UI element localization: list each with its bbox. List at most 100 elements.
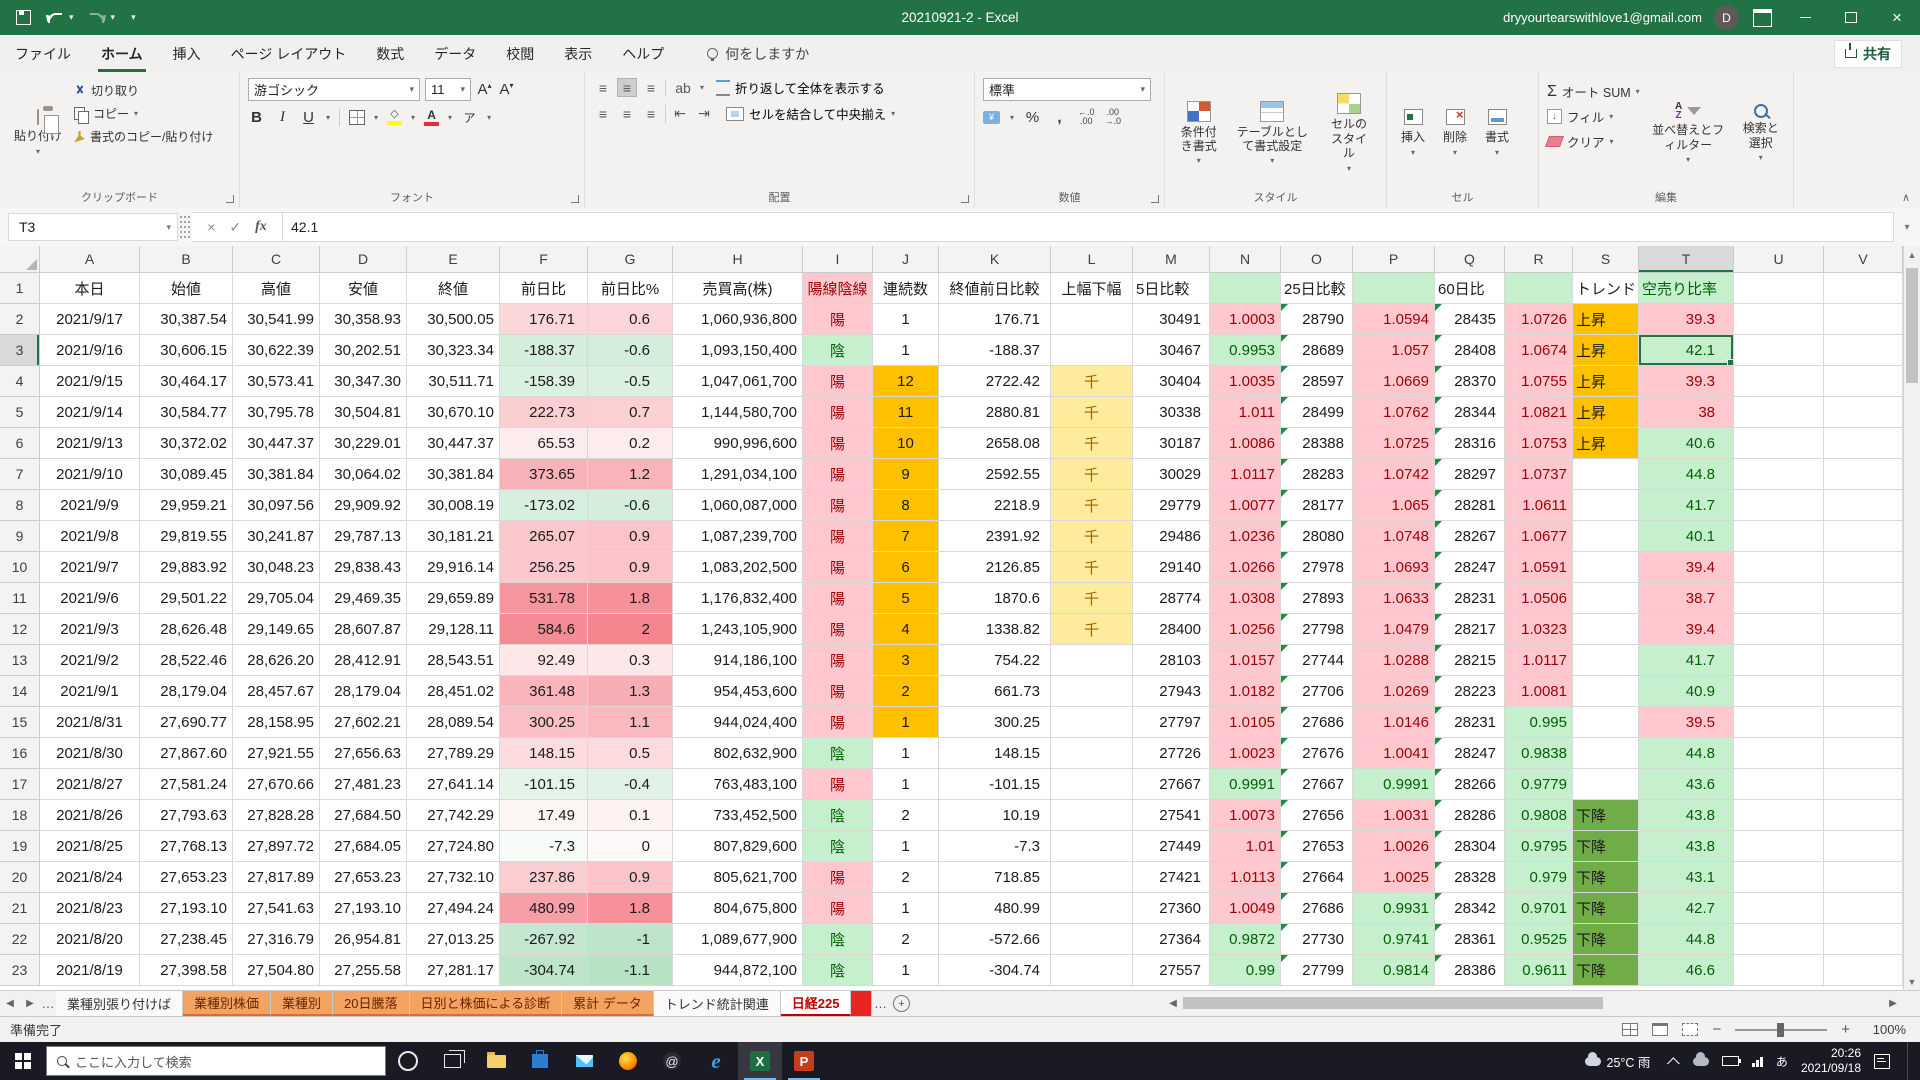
- cell-N20[interactable]: 1.0113: [1210, 862, 1281, 893]
- paste-button[interactable]: 貼り付け ▾: [8, 78, 68, 188]
- vertical-scrollbar-thumb[interactable]: [1906, 268, 1918, 383]
- row-header-22[interactable]: 22: [0, 924, 40, 955]
- cell-B4[interactable]: 30,464.17: [140, 366, 233, 397]
- cell-F10[interactable]: 256.25: [500, 552, 588, 583]
- row-header-1[interactable]: 1: [0, 273, 40, 304]
- cell-Q10[interactable]: 28247: [1435, 552, 1505, 583]
- cell-U2[interactable]: [1734, 304, 1824, 335]
- cell-V18[interactable]: [1824, 800, 1903, 831]
- onedrive-cloud-icon[interactable]: [1693, 1057, 1709, 1066]
- account-email[interactable]: dryyourtearswithlove1@gmail.com: [1503, 10, 1702, 25]
- cell-U13[interactable]: [1734, 645, 1824, 676]
- page-break-view-icon[interactable]: [1682, 1023, 1698, 1036]
- cell-H8[interactable]: 1,060,087,000: [673, 490, 803, 521]
- cell-M17[interactable]: 27667: [1133, 769, 1210, 800]
- cell-L4[interactable]: 千: [1051, 366, 1133, 397]
- edge-button[interactable]: e: [694, 1042, 738, 1080]
- cell-P10[interactable]: 1.0693: [1353, 552, 1435, 583]
- cell-D8[interactable]: 29,909.92: [320, 490, 407, 521]
- cell-A2[interactable]: 2021/9/17: [40, 304, 140, 335]
- cell-D2[interactable]: 30,358.93: [320, 304, 407, 335]
- cell-F8[interactable]: -173.02: [500, 490, 588, 521]
- cell-H23[interactable]: 944,872,100: [673, 955, 803, 986]
- cell-P7[interactable]: 1.0742: [1353, 459, 1435, 490]
- cell-O9[interactable]: 28080: [1281, 521, 1353, 552]
- cell-J21[interactable]: 1: [873, 893, 939, 924]
- file-explorer-button[interactable]: [474, 1042, 518, 1080]
- cell-G5[interactable]: 0.7: [588, 397, 673, 428]
- cell-Q12[interactable]: 28217: [1435, 614, 1505, 645]
- cell-Q3[interactable]: 28408: [1435, 335, 1505, 366]
- cell-S6[interactable]: 上昇: [1573, 428, 1639, 459]
- cell-A15[interactable]: 2021/8/31: [40, 707, 140, 738]
- cell-L15[interactable]: [1051, 707, 1133, 738]
- wrap-text-button[interactable]: 折り返して全体を表示する: [716, 78, 885, 97]
- cell-O14[interactable]: 27706: [1281, 676, 1353, 707]
- cell-G8[interactable]: -0.6: [588, 490, 673, 521]
- cell-P6[interactable]: 1.0725: [1353, 428, 1435, 459]
- conditional-formatting-button[interactable]: 条件付き書式▾: [1173, 78, 1224, 188]
- cell-K8[interactable]: 2218.9: [939, 490, 1051, 521]
- paste-dropdown-icon[interactable]: ▾: [36, 147, 40, 156]
- cell-E18[interactable]: 27,742.29: [407, 800, 500, 831]
- cell-D23[interactable]: 27,255.58: [320, 955, 407, 986]
- cell-R10[interactable]: 1.0591: [1505, 552, 1573, 583]
- cell-H15[interactable]: 944,024,400: [673, 707, 803, 738]
- cell-D16[interactable]: 27,656.63: [320, 738, 407, 769]
- cell-B7[interactable]: 30,089.45: [140, 459, 233, 490]
- cell-C13[interactable]: 28,626.20: [233, 645, 320, 676]
- cell-E5[interactable]: 30,670.10: [407, 397, 500, 428]
- cell-I6[interactable]: 陽: [803, 428, 873, 459]
- insert-cells-button[interactable]: 挿入▾: [1395, 78, 1431, 188]
- cell-M1[interactable]: 5日比較: [1133, 273, 1210, 304]
- cell-S18[interactable]: 下降: [1573, 800, 1639, 831]
- cell-L20[interactable]: [1051, 862, 1133, 893]
- cell-S19[interactable]: 下降: [1573, 831, 1639, 862]
- cell-B9[interactable]: 29,819.55: [140, 521, 233, 552]
- cell-N1[interactable]: [1210, 273, 1281, 304]
- cell-U9[interactable]: [1734, 521, 1824, 552]
- network-icon[interactable]: [1752, 1056, 1763, 1067]
- insert-function-icon[interactable]: fx: [255, 219, 267, 235]
- cell-Q2[interactable]: 28435: [1435, 304, 1505, 335]
- cell-Q11[interactable]: 28231: [1435, 583, 1505, 614]
- cell-P15[interactable]: 1.0146: [1353, 707, 1435, 738]
- cell-P14[interactable]: 1.0269: [1353, 676, 1435, 707]
- cell-E7[interactable]: 30,381.84: [407, 459, 500, 490]
- ribbon-tab-数式[interactable]: 数式: [361, 35, 419, 72]
- cell-V2[interactable]: [1824, 304, 1903, 335]
- cell-H9[interactable]: 1,087,239,700: [673, 521, 803, 552]
- minimize-button[interactable]: [1782, 0, 1828, 35]
- sheet-tab-20日騰落[interactable]: 20日騰落: [333, 991, 409, 1016]
- decrease-font-icon[interactable]: A▾: [498, 81, 515, 98]
- cell-Q23[interactable]: 28386: [1435, 955, 1505, 986]
- cell-A11[interactable]: 2021/9/6: [40, 583, 140, 614]
- cell-Q9[interactable]: 28267: [1435, 521, 1505, 552]
- cell-H2[interactable]: 1,060,936,800: [673, 304, 803, 335]
- cell-Q22[interactable]: 28361: [1435, 924, 1505, 955]
- ribbon-tab-ヘルプ[interactable]: ヘルプ: [607, 35, 679, 72]
- cell-P2[interactable]: 1.0594: [1353, 304, 1435, 335]
- cell-J16[interactable]: 1: [873, 738, 939, 769]
- ribbon-display-options-icon[interactable]: [1753, 9, 1772, 27]
- cell-R23[interactable]: 0.9611: [1505, 955, 1573, 986]
- cell-O18[interactable]: 27656: [1281, 800, 1353, 831]
- row-header-6[interactable]: 6: [0, 428, 40, 459]
- cell-B2[interactable]: 30,387.54: [140, 304, 233, 335]
- align-center-icon[interactable]: ≡: [617, 104, 637, 123]
- cell-S17[interactable]: [1573, 769, 1639, 800]
- row-header-14[interactable]: 14: [0, 676, 40, 707]
- accounting-format-icon[interactable]: ¥: [983, 111, 1000, 124]
- cell-R20[interactable]: 0.979: [1505, 862, 1573, 893]
- cell-R14[interactable]: 1.0081: [1505, 676, 1573, 707]
- cell-O5[interactable]: 28499: [1281, 397, 1353, 428]
- row-header-11[interactable]: 11: [0, 583, 40, 614]
- clear-button[interactable]: クリア ▾: [1547, 132, 1640, 151]
- cell-M16[interactable]: 27726: [1133, 738, 1210, 769]
- cell-U8[interactable]: [1734, 490, 1824, 521]
- cell-B6[interactable]: 30,372.02: [140, 428, 233, 459]
- cell-H3[interactable]: 1,093,150,400: [673, 335, 803, 366]
- cell-R13[interactable]: 1.0117: [1505, 645, 1573, 676]
- cell-R19[interactable]: 0.9795: [1505, 831, 1573, 862]
- cell-F11[interactable]: 531.78: [500, 583, 588, 614]
